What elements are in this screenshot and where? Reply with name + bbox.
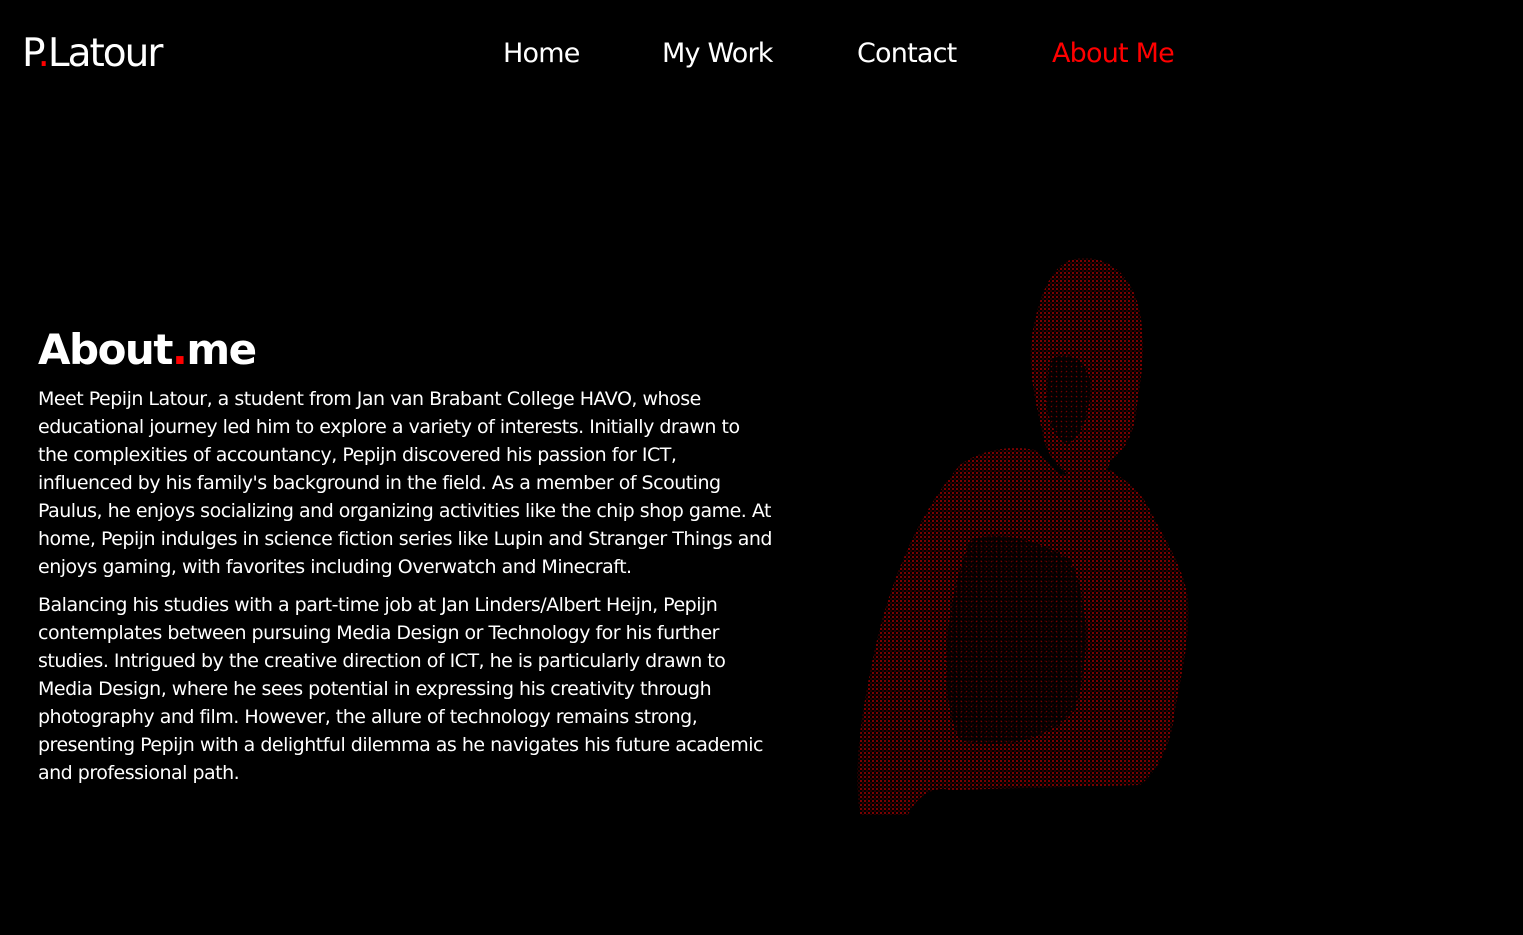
nav-about-me-link[interactable]: About Me bbox=[1052, 34, 1175, 74]
nav-my-work-link[interactable]: My Work bbox=[662, 34, 773, 74]
page-title: About.me bbox=[38, 322, 257, 378]
nav-contact-link[interactable]: Contact bbox=[857, 34, 957, 74]
main-nav: Home My Work Contact About Me bbox=[0, 34, 1523, 74]
bio-text: Meet Pepijn Latour, a student from Jan v… bbox=[38, 385, 774, 797]
portrait-shadow bbox=[946, 536, 1086, 744]
about-page: P.Latour Home My Work Contact About Me A… bbox=[0, 0, 1523, 935]
nav-home-link[interactable]: Home bbox=[503, 34, 580, 74]
portrait-image bbox=[857, 258, 1189, 815]
title-me: me bbox=[186, 325, 257, 374]
bio-paragraph-2: Balancing his studies with a part-time j… bbox=[38, 594, 763, 784]
bio-paragraph-1: Meet Pepijn Latour, a student from Jan v… bbox=[38, 388, 772, 578]
portrait-head bbox=[1030, 258, 1144, 480]
title-dot: . bbox=[171, 325, 188, 374]
title-about: About bbox=[38, 325, 173, 374]
